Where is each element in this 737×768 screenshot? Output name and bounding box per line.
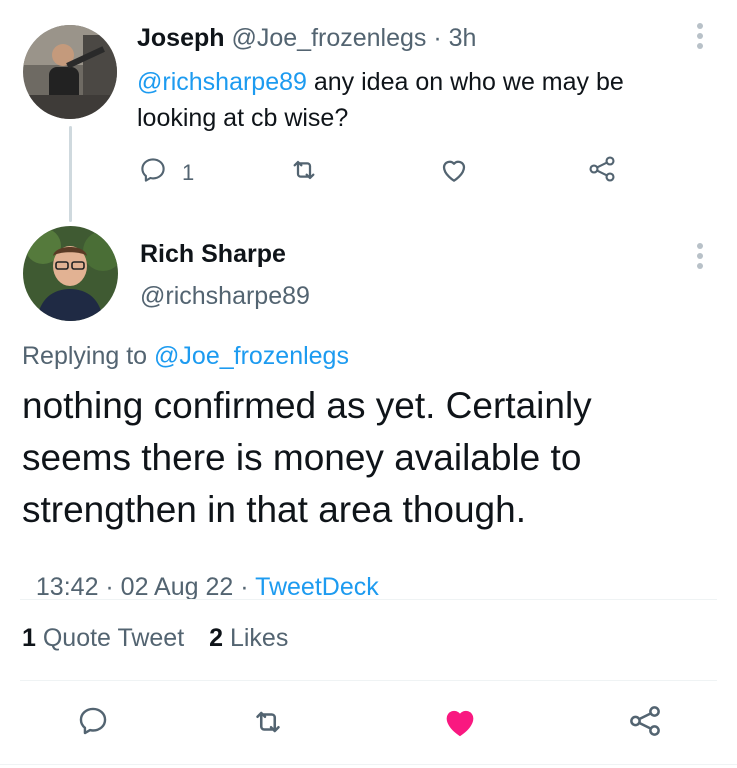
divider	[0, 764, 737, 765]
quote-label: Quote Tweet	[42, 624, 185, 652]
more-icon[interactable]	[696, 242, 704, 275]
tweet-source-link[interactable]: TweetDeck	[255, 573, 379, 601]
main-text-line3: strengthen in that area though.	[22, 489, 526, 530]
share-icon[interactable]	[586, 153, 618, 190]
tweet-stats: 1 Quote Tweet 2 Likes	[22, 624, 288, 653]
tweet-meta: 13:42 · 02 Aug 22 · TweetDeck	[22, 544, 379, 602]
quote-tweet-stat[interactable]: 1 Quote Tweet	[22, 624, 191, 652]
more-icon[interactable]	[690, 22, 710, 56]
reply-tweet-header: Joseph @Joe_frozenlegs · 3h	[137, 24, 476, 53]
main-display-name[interactable]: Rich Sharpe	[140, 240, 286, 269]
main-text-line2: seems there is money available to	[22, 437, 582, 478]
main-tweet-text: nothing confirmed as yet. Certainly seem…	[22, 380, 722, 536]
reply-text-line1: any idea on who we may be	[306, 68, 624, 96]
quote-count: 1	[22, 624, 36, 652]
share-icon[interactable]	[626, 702, 664, 745]
likes-count: 2	[209, 624, 224, 652]
likes-stat[interactable]: 2 Likes	[209, 624, 288, 652]
tweet-timestamp[interactable]: 13:42 · 02 Aug 22 ·	[36, 573, 255, 601]
like-icon[interactable]	[438, 154, 470, 191]
replying-to-handle-link[interactable]: @Joe_frozenlegs	[154, 342, 349, 370]
retweet-icon[interactable]	[250, 704, 286, 745]
reply-icon[interactable]	[76, 704, 110, 743]
like-icon-active[interactable]	[440, 702, 480, 747]
reply-text-line2: looking at cb wise?	[137, 104, 349, 132]
main-text-line1: nothing confirmed as yet. Certainly	[22, 385, 592, 426]
main-handle[interactable]: @richsharpe89	[140, 282, 310, 311]
reply-handle[interactable]: @Joe_frozenlegs	[231, 24, 426, 52]
reply-count: 1	[182, 160, 195, 185]
reply-mention-link[interactable]: @richsharpe89	[137, 68, 307, 96]
divider	[20, 599, 717, 600]
likes-label: Likes	[229, 624, 289, 652]
avatar-joseph[interactable]	[23, 25, 117, 119]
reply-display-name[interactable]: Joseph	[137, 24, 225, 52]
replying-to-label: Replying to	[22, 342, 148, 370]
reply-action-reply[interactable]: 1	[138, 155, 194, 191]
avatar-rich-sharpe[interactable]	[23, 226, 118, 321]
reply-icon[interactable]	[138, 155, 168, 191]
replying-to-line: Replying to @Joe_frozenlegs	[22, 342, 349, 371]
divider	[20, 680, 717, 681]
reply-tweet-text: @richsharpe89 any idea on who we may be …	[137, 64, 717, 136]
thread-connector-line	[69, 126, 72, 222]
retweet-icon[interactable]	[288, 154, 320, 191]
reply-time[interactable]: · 3h	[433, 24, 476, 52]
